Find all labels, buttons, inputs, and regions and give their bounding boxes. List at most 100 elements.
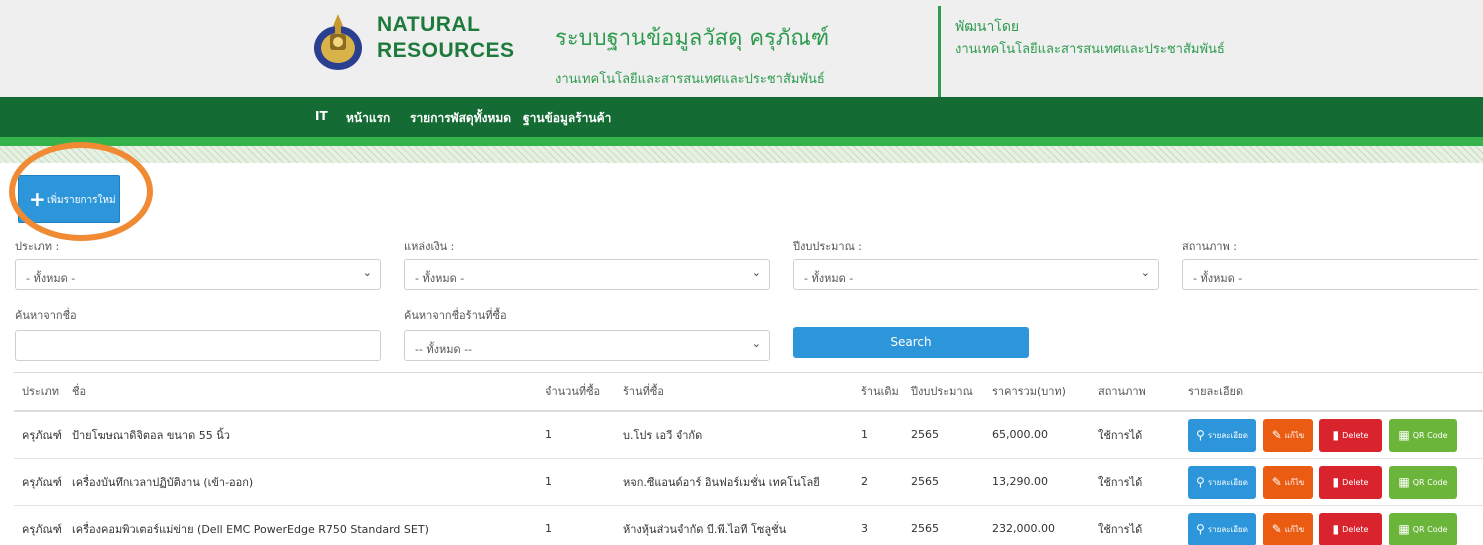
cell-quantity: 1 — [537, 504, 615, 545]
cell-original-shop: 2 — [853, 457, 903, 505]
qr-code-label: QR Code — [1412, 430, 1448, 440]
col-header-status: สถานภาพ — [1090, 372, 1180, 412]
table-row: ครุภัณฑ์ เครื่องคอมพิวเตอร์แม่ข่าย (Dell… — [14, 504, 1483, 545]
cell-type: ครุภัณฑ์ — [14, 410, 64, 458]
site-header: NATURAL RESOURCES ระบบฐานข้อมูลวัสดุ ครุ… — [0, 0, 1483, 97]
detail-button[interactable]: ⚲ รายละเอียด — [1188, 512, 1256, 545]
funding-filter-label: แหล่งเงิน : — [404, 240, 455, 253]
qr-code-button[interactable]: ▦ QR Code — [1389, 512, 1457, 545]
developed-by-org: งานเทคโนโลยีและสารสนเทศและประชาสัมพันธ์ — [955, 42, 1225, 57]
funding-filter-value: - ทั้งหมด - — [415, 272, 465, 285]
type-filter-select[interactable]: - ทั้งหมด - ⌄ — [15, 259, 381, 290]
cell-fiscal-year: 2565 — [903, 457, 984, 505]
qr-code-icon: ▦ — [1398, 475, 1410, 489]
add-new-item-label: เพิ่มรายการใหม่ — [47, 195, 116, 206]
shop-search-label: ค้นหาจากชื่อร้านที่ซื้อ — [404, 309, 507, 322]
row-actions: ⚲ รายละเอียด ✎ แก้ไข ▮ Delete ▦ QR Code — [1188, 459, 1483, 505]
edit-label: แก้ไข — [1284, 430, 1305, 440]
developed-by-label: พัฒนาโดย — [955, 19, 1020, 35]
table-row: ครุภัณฑ์ เครื่องบันทึกเวลาปฏิบัติงาน (เข… — [14, 457, 1483, 505]
cell-total-price: 232,000.00 — [984, 504, 1090, 545]
cell-shop: หจก.ซีแอนด์อาร์ อินฟอร์เมชั่น เทคโนโลยี — [615, 457, 853, 505]
edit-label: แก้ไข — [1284, 524, 1305, 534]
logo-wordmark: NATURAL RESOURCES — [377, 12, 515, 64]
cell-shop: ห้างหุ้นส่วนจำกัด บี.พี.ไอที โซลูชั่น — [615, 504, 853, 545]
delete-label: Delete — [1342, 430, 1369, 440]
edit-label: แก้ไข — [1284, 477, 1305, 487]
status-filter-value: - ทั้งหมด - — [1193, 272, 1243, 285]
cell-status: ใช้การได้ — [1090, 457, 1180, 505]
pencil-icon: ✎ — [1271, 475, 1282, 489]
fiscal-year-filter-select[interactable]: - ทั้งหมด - ⌄ — [793, 259, 1159, 290]
col-header-details: รายละเอียด — [1180, 372, 1483, 412]
nav-item-all-supplies[interactable]: รายการพัสดุทั้งหมด — [410, 109, 511, 128]
funding-filter-select[interactable]: - ทั้งหมด - ⌄ — [404, 259, 770, 290]
plus-icon: + — [29, 187, 46, 211]
trash-icon: ▮ — [1332, 475, 1340, 489]
cell-quantity: 1 — [537, 410, 615, 458]
cell-total-price: 65,000.00 — [984, 410, 1090, 458]
add-new-item-button[interactable]: + เพิ่มรายการใหม่ — [18, 175, 120, 223]
type-filter-label: ประเภท : — [15, 240, 60, 253]
detail-label: รายละเอียด — [1207, 430, 1248, 440]
logo-line-2: RESOURCES — [377, 39, 515, 62]
status-filter-label: สถานภาพ : — [1182, 240, 1237, 253]
name-search-label: ค้นหาจากชื่อ — [15, 309, 77, 322]
type-filter-value: - ทั้งหมด - — [26, 272, 76, 285]
col-header-fiscal-year: ปีงบประมาณ — [903, 372, 984, 412]
edit-button[interactable]: ✎ แก้ไข — [1263, 418, 1313, 452]
chevron-down-icon: ⌄ — [751, 266, 761, 279]
trash-icon: ▮ — [1332, 428, 1340, 442]
pencil-icon: ✎ — [1271, 522, 1282, 536]
cell-quantity: 1 — [537, 457, 615, 505]
detail-button[interactable]: ⚲ รายละเอียด — [1188, 465, 1256, 499]
qr-code-button[interactable]: ▦ QR Code — [1389, 418, 1457, 452]
qr-code-button[interactable]: ▦ QR Code — [1389, 465, 1457, 499]
cell-fiscal-year: 2565 — [903, 504, 984, 545]
col-header-type: ประเภท — [14, 372, 64, 412]
delete-button[interactable]: ▮ Delete — [1319, 512, 1382, 545]
site-subtitle: งานเทคโนโลยีและสารสนเทศและประชาสัมพันธ์ — [555, 72, 825, 87]
logo-line-1: NATURAL — [377, 13, 481, 36]
col-header-total-price: ราคารวม(บาท) — [984, 372, 1090, 412]
row-actions: ⚲ รายละเอียด ✎ แก้ไข ▮ Delete ▦ QR Code — [1188, 506, 1483, 545]
delete-button[interactable]: ▮ Delete — [1319, 465, 1382, 499]
main-nav: IT หน้าแรก รายการพัสดุทั้งหมด ฐานข้อมูลร… — [0, 97, 1483, 137]
delete-button[interactable]: ▮ Delete — [1319, 418, 1382, 452]
search-icon: ⚲ — [1196, 475, 1205, 489]
cell-actions: ⚲ รายละเอียด ✎ แก้ไข ▮ Delete ▦ QR Code — [1180, 504, 1483, 545]
cell-actions: ⚲ รายละเอียด ✎ แก้ไข ▮ Delete ▦ QR Code — [1180, 410, 1483, 458]
name-search-input[interactable] — [15, 330, 381, 361]
status-filter-select[interactable]: - ทั้งหมด - — [1182, 259, 1478, 290]
row-actions: ⚲ รายละเอียด ✎ แก้ไข ▮ Delete ▦ QR Code — [1188, 412, 1483, 458]
table-header-row: ประเภท ชื่อ จำนวนที่ซื้อ ร้านที่ซื้อ ร้า… — [14, 372, 1483, 412]
nav-item-shop-database[interactable]: ฐานข้อมูลร้านค้า — [523, 109, 611, 128]
chevron-down-icon: ⌄ — [1140, 266, 1150, 279]
site-title: ระบบฐานข้อมูลวัสดุ ครุภัณฑ์ — [555, 26, 830, 51]
cell-actions: ⚲ รายละเอียด ✎ แก้ไข ▮ Delete ▦ QR Code — [1180, 457, 1483, 505]
pencil-icon: ✎ — [1271, 428, 1282, 442]
cell-name: ป้ายโฆษณาดิจิตอล ขนาด 55 นิ้ว — [64, 410, 537, 458]
nav-pattern-band — [0, 146, 1483, 163]
edit-button[interactable]: ✎ แก้ไข — [1263, 465, 1313, 499]
fiscal-year-filter-label: ปีงบประมาณ : — [793, 240, 862, 253]
fiscal-year-filter-value: - ทั้งหมด - — [804, 272, 854, 285]
shop-search-value: -- ทั้งหมด -- — [415, 343, 473, 356]
cell-original-shop: 3 — [853, 504, 903, 545]
col-header-shop: ร้านที่ซื้อ — [615, 372, 853, 412]
header-divider — [938, 6, 941, 97]
table-row: ครุภัณฑ์ ป้ายโฆษณาดิจิตอล ขนาด 55 นิ้ว 1… — [14, 410, 1483, 458]
qr-code-icon: ▦ — [1398, 428, 1410, 442]
search-button[interactable]: Search — [793, 327, 1029, 358]
shop-search-select[interactable]: -- ทั้งหมด -- ⌄ — [404, 330, 770, 361]
nav-item-home[interactable]: หน้าแรก — [346, 109, 390, 128]
col-header-quantity: จำนวนที่ซื้อ — [537, 372, 615, 412]
cell-total-price: 13,290.00 — [984, 457, 1090, 505]
university-emblem-icon — [314, 14, 362, 70]
nav-item-it[interactable]: IT — [315, 109, 328, 123]
edit-button[interactable]: ✎ แก้ไข — [1263, 512, 1313, 545]
cell-name: เครื่องบันทึกเวลาปฏิบัติงาน (เข้า-ออก) — [64, 457, 537, 505]
detail-button[interactable]: ⚲ รายละเอียด — [1188, 418, 1256, 452]
detail-label: รายละเอียด — [1207, 524, 1248, 534]
page: NATURAL RESOURCES ระบบฐานข้อมูลวัสดุ ครุ… — [0, 0, 1483, 545]
